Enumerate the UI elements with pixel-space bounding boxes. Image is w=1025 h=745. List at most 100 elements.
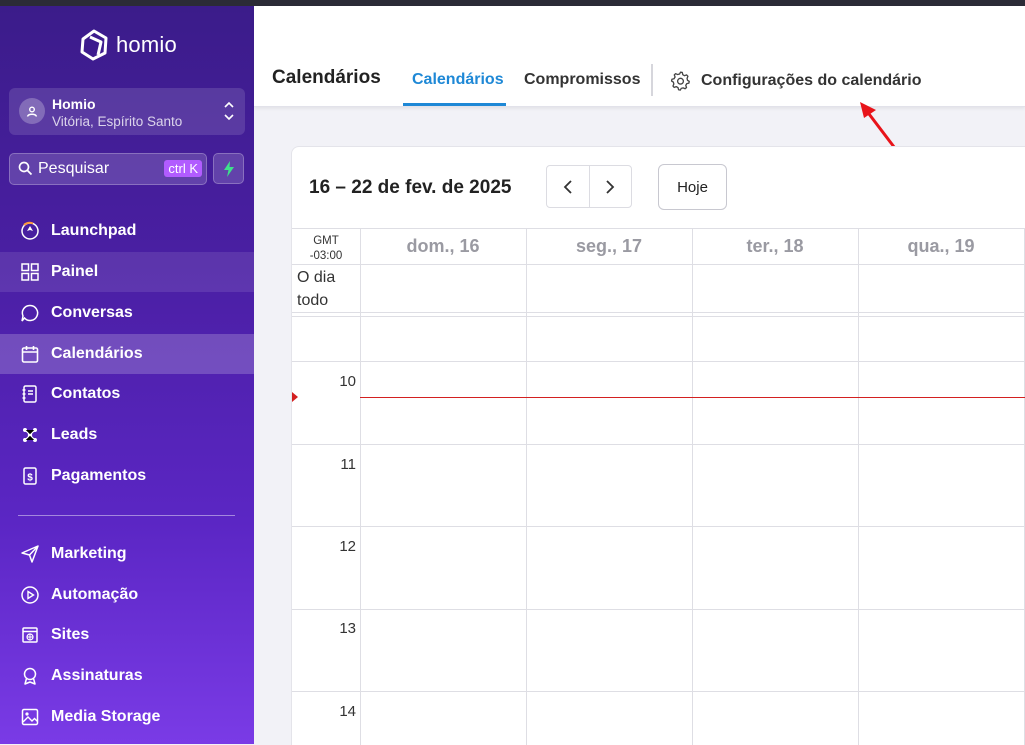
sidebar-item-leads[interactable]: Leads <box>0 415 254 455</box>
sidebar-item-media-storage[interactable]: Media Storage <box>0 697 254 737</box>
search-label: Pesquisar <box>38 160 110 177</box>
sidebar-item-marketing[interactable]: Marketing <box>0 534 254 574</box>
timezone-label: GMT -03:00 <box>292 234 360 264</box>
day-header[interactable]: ter., 18 <box>692 236 858 257</box>
gear-icon <box>670 71 690 91</box>
grid-line <box>292 526 1025 527</box>
grid-line <box>858 228 859 745</box>
sidebar-item-label: Media Storage <box>51 708 161 725</box>
dashboard-icon <box>19 261 41 283</box>
badge-icon <box>19 665 41 687</box>
sidebar-item-label: Assinaturas <box>51 667 143 684</box>
sidebar-item-launchpad[interactable]: Launchpad <box>0 211 254 251</box>
next-week-button[interactable] <box>588 166 632 207</box>
chevron-up-down-icon <box>224 101 234 121</box>
sidebar-item-sites[interactable]: Sites <box>0 615 254 655</box>
current-time-line <box>360 397 1025 398</box>
tab-calendarios[interactable]: Calendários <box>412 71 504 89</box>
search-input[interactable]: Pesquisar ctrl K <box>9 153 207 185</box>
active-tab-indicator <box>403 103 506 106</box>
sidebar-item-label: Calendários <box>51 345 143 362</box>
sidebar-item-label: Contatos <box>51 385 121 402</box>
hour-label: 11 <box>340 456 356 473</box>
timezone-line-1: GMT <box>313 235 339 247</box>
sidebar-item-calendarios[interactable]: Calendários <box>0 334 254 374</box>
sidebar-item-pagamentos[interactable]: $ Pagamentos <box>0 456 254 496</box>
sidebar-item-label: Leads <box>51 426 98 443</box>
quick-actions-button[interactable] <box>213 153 244 184</box>
account-location: Vitória, Espírito Santo <box>52 114 183 129</box>
automation-icon <box>19 584 41 606</box>
chevron-right-icon <box>606 179 615 194</box>
hour-label: 13 <box>339 620 356 637</box>
grid-line <box>292 312 1025 313</box>
all-day-line-1: O dia <box>297 269 336 286</box>
location-pin-icon <box>19 98 45 124</box>
current-time-marker <box>292 392 298 402</box>
leads-icon <box>19 424 41 446</box>
brand-logo[interactable]: homio <box>78 28 177 62</box>
sidebar-divider <box>18 515 235 516</box>
grid-line <box>692 228 693 745</box>
search-shortcut-badge: ctrl K <box>164 160 202 177</box>
payments-icon: $ <box>19 465 41 487</box>
hour-label: 12 <box>339 538 356 555</box>
account-switcher[interactable]: Homio Vitória, Espírito Santo <box>9 88 245 135</box>
grid-line <box>526 228 527 745</box>
sidebar-item-label: Automação <box>51 586 139 603</box>
sites-icon <box>19 624 41 646</box>
week-navigation <box>546 165 632 208</box>
day-header[interactable]: seg., 17 <box>526 236 692 257</box>
all-day-label: O dia todo <box>297 266 335 312</box>
grid-line <box>292 691 1025 692</box>
sidebar-item-contatos[interactable]: Contatos <box>0 374 254 414</box>
page-title: Calendários <box>272 67 381 88</box>
rocket-icon <box>19 220 41 242</box>
sidebar-item-label: Marketing <box>51 545 127 562</box>
page-header: Calendários Calendários Compromissos Con… <box>254 6 1025 107</box>
day-header[interactable]: dom., 16 <box>360 236 526 257</box>
sidebar-item-assinaturas[interactable]: Assinaturas <box>0 656 254 696</box>
calendar-card: 16 – 22 de fev. de 2025 Hoje GMT -03:00 <box>291 146 1025 745</box>
brand-name: homio <box>116 32 177 57</box>
grid-line <box>292 361 1025 362</box>
sidebar-item-label: Painel <box>51 263 99 280</box>
calendar-icon <box>19 343 41 365</box>
contacts-icon <box>19 383 41 405</box>
hour-label: 10 <box>339 373 356 390</box>
image-icon <box>19 706 41 728</box>
tab-compromissos[interactable]: Compromissos <box>524 71 640 89</box>
send-icon <box>19 543 41 565</box>
tab-separator <box>651 64 653 96</box>
search-icon <box>18 161 33 176</box>
sidebar-item-automacao[interactable]: Automação <box>0 575 254 615</box>
calendar-settings-link[interactable]: Configurações do calendário <box>670 70 921 91</box>
week-grid: GMT -03:00 O dia todo dom., 16 seg., 17 … <box>292 228 1025 745</box>
svg-text:$: $ <box>27 473 33 484</box>
day-header[interactable]: qua., 19 <box>858 236 1024 257</box>
account-name: Homio <box>52 96 96 112</box>
today-button[interactable]: Hoje <box>658 164 727 210</box>
sidebar-item-label: Sites <box>51 626 90 643</box>
hour-label: 14 <box>339 703 356 720</box>
calendar-settings-label: Configurações do calendário <box>701 71 922 89</box>
homio-logo-icon <box>80 29 108 61</box>
sidebar-item-label: Launchpad <box>51 222 137 239</box>
sidebar-item-label: Pagamentos <box>51 467 147 484</box>
grid-line <box>360 228 361 745</box>
grid-line <box>292 316 1025 317</box>
sidebar-item-painel[interactable]: Painel <box>0 252 254 292</box>
sidebar: homio Homio Vitória, Espírito Santo Pesq… <box>0 6 254 744</box>
previous-week-button[interactable] <box>547 166 589 207</box>
date-range-title: 16 – 22 de fev. de 2025 <box>309 177 512 198</box>
lightning-icon <box>223 160 234 177</box>
chevron-left-icon <box>563 179 572 194</box>
timezone-line-2: -03:00 <box>309 250 343 262</box>
sidebar-item-conversas[interactable]: Conversas <box>0 293 254 333</box>
grid-line <box>292 444 1025 445</box>
all-day-line-2: todo <box>297 292 329 309</box>
chat-icon <box>19 302 41 324</box>
grid-line <box>292 264 1025 265</box>
sidebar-item-label: Conversas <box>51 304 133 321</box>
grid-line <box>292 228 1025 229</box>
